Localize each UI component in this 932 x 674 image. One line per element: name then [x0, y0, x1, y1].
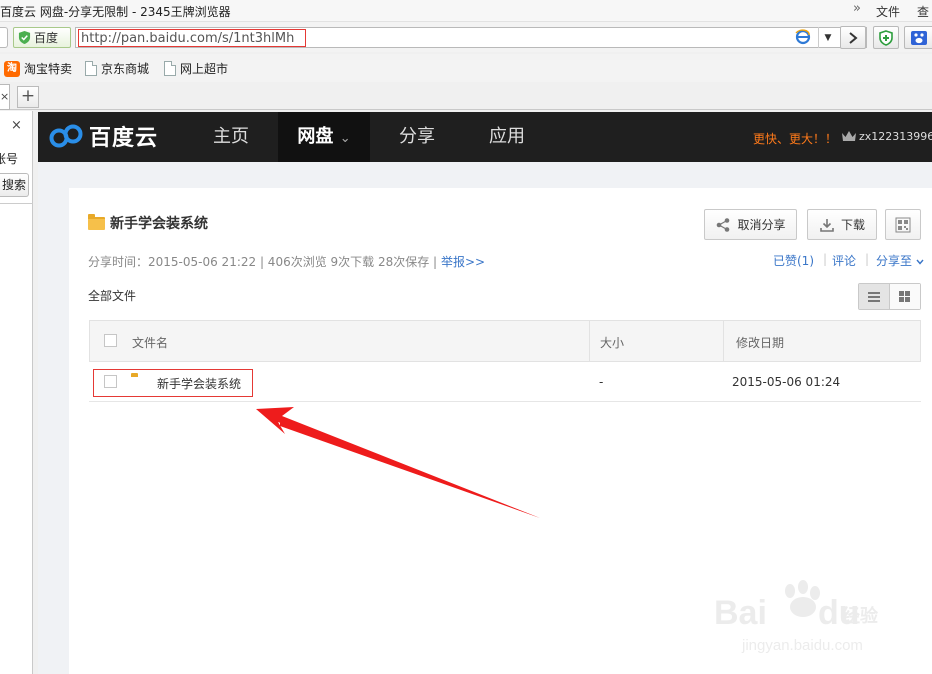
- favorite-taobao[interactable]: 淘 淘宝特卖: [4, 60, 72, 77]
- back-button[interactable]: [0, 27, 8, 48]
- side-panel-account: 账号: [0, 152, 19, 166]
- chevron-down-icon: [916, 259, 924, 265]
- annotation-highlight-box: [93, 369, 253, 397]
- share-icon: [717, 217, 730, 232]
- baidu-paw-button[interactable]: [904, 26, 932, 49]
- baiduyun-logo-text: 百度云: [89, 126, 159, 151]
- nav-app[interactable]: 应用: [462, 112, 552, 162]
- new-tab-button[interactable]: +: [17, 86, 39, 108]
- divider: |: [865, 252, 870, 266]
- nav-disk[interactable]: 网盘 ⌄: [278, 112, 370, 162]
- column-header-size[interactable]: 大小: [600, 334, 624, 351]
- share-meta: 分享时间：2015-05-06 21:22 | 406次浏览 9次下载 28次保…: [88, 253, 485, 270]
- security-button[interactable]: [873, 26, 899, 49]
- crown-icon: [842, 131, 856, 141]
- column-divider: [589, 321, 590, 361]
- share-to-dropdown[interactable]: 分享至: [876, 252, 924, 269]
- folder-icon: [88, 213, 105, 230]
- column-header-date[interactable]: 修改日期: [736, 334, 784, 351]
- grid-view-button[interactable]: [889, 284, 920, 309]
- favorite-label: 网上超市: [180, 62, 229, 76]
- column-header-name[interactable]: 文件名: [132, 334, 168, 351]
- view-toggle: [858, 283, 921, 310]
- comment-link[interactable]: 评论: [832, 252, 856, 269]
- watermark-url: jingyan.baidu.com: [741, 637, 863, 654]
- report-link[interactable]: 举报>>: [441, 255, 485, 269]
- security-shield-icon: [879, 29, 893, 46]
- go-button[interactable]: [840, 26, 866, 49]
- search-engine-label: 百度: [34, 31, 59, 45]
- nav-home[interactable]: 主页: [186, 112, 276, 162]
- nav-disk-label: 网盘: [297, 126, 334, 147]
- share-title-text: 新手学会装系统: [110, 216, 208, 232]
- menu-file[interactable]: 文件: [876, 3, 900, 20]
- search-engine-button[interactable]: 百度: [13, 27, 71, 48]
- download-button[interactable]: 下载: [807, 209, 877, 240]
- favorite-label: 京东商城: [101, 62, 150, 76]
- favorite-label: 淘宝特卖: [24, 62, 73, 76]
- qrcode-icon: [895, 217, 911, 232]
- file-size: -: [599, 375, 604, 389]
- address-dropdown-icon[interactable]: ▼: [818, 27, 837, 48]
- tab-bar: [0, 83, 932, 110]
- column-divider: [723, 321, 724, 361]
- qrcode-button[interactable]: [885, 209, 921, 240]
- like-link[interactable]: 已赞(1): [773, 252, 814, 269]
- share-title: 新手学会装系统: [88, 213, 208, 233]
- annotation-arrow: [256, 407, 540, 518]
- window-title: 百度云 网盘-分享无限制 - 2345王牌浏览器: [0, 5, 231, 19]
- username[interactable]: zx1223139968: [859, 130, 932, 143]
- file-date: 2015-05-06 01:24: [732, 375, 841, 389]
- list-view-button[interactable]: [859, 284, 890, 309]
- share-meta-text: 分享时间：2015-05-06 21:22 | 406次浏览 9次下载 28次保…: [88, 255, 438, 269]
- page-icon: [85, 61, 97, 76]
- baidu-jingyan-watermark: Bai du 经验 jingyan.baidu.com: [714, 580, 879, 654]
- divider: |: [823, 252, 828, 266]
- address-bar: [75, 27, 867, 48]
- watermark-cn: 经验: [842, 605, 879, 627]
- breadcrumb[interactable]: 全部文件: [88, 287, 136, 304]
- address-input[interactable]: [78, 29, 306, 47]
- share-to-label: 分享至: [876, 254, 913, 268]
- watermark-brand: Bai: [714, 594, 767, 632]
- chevron-down-icon: ⌄: [339, 131, 351, 146]
- chevron-right-icon: [849, 31, 858, 44]
- grid-view-icon: [899, 291, 911, 302]
- select-all-checkbox[interactable]: [104, 334, 117, 347]
- promo-link[interactable]: 更快、更大！！: [753, 130, 837, 147]
- ie-compat-icon[interactable]: [795, 29, 811, 45]
- shield-check-icon: [18, 31, 31, 44]
- paw-icon: [911, 30, 927, 45]
- file-table-header: [89, 320, 921, 362]
- nav-share[interactable]: 分享: [372, 112, 462, 162]
- favorite-market[interactable]: 网上超市: [164, 60, 228, 77]
- overflow-chevron-icon[interactable]: »: [853, 1, 861, 16]
- side-panel-close-icon[interactable]: ×: [11, 118, 22, 133]
- favorite-jd[interactable]: 京东商城: [85, 60, 149, 77]
- list-view-icon: [867, 291, 880, 302]
- watermark-paw-icon: [785, 580, 820, 617]
- download-icon: [820, 218, 834, 232]
- taobao-icon: 淘: [4, 60, 20, 77]
- side-panel-divider: [0, 203, 33, 204]
- cloud-logo-icon: [49, 124, 83, 148]
- baiduyun-logo[interactable]: 百度云: [48, 120, 158, 152]
- side-panel-search-button[interactable]: 搜索: [0, 173, 29, 197]
- cancel-share-label: 取消分享: [737, 218, 786, 232]
- download-label: 下载: [840, 218, 865, 232]
- page-icon: [164, 61, 176, 76]
- tab-close-icon[interactable]: ×: [0, 84, 10, 110]
- cancel-share-button[interactable]: 取消分享: [704, 209, 797, 240]
